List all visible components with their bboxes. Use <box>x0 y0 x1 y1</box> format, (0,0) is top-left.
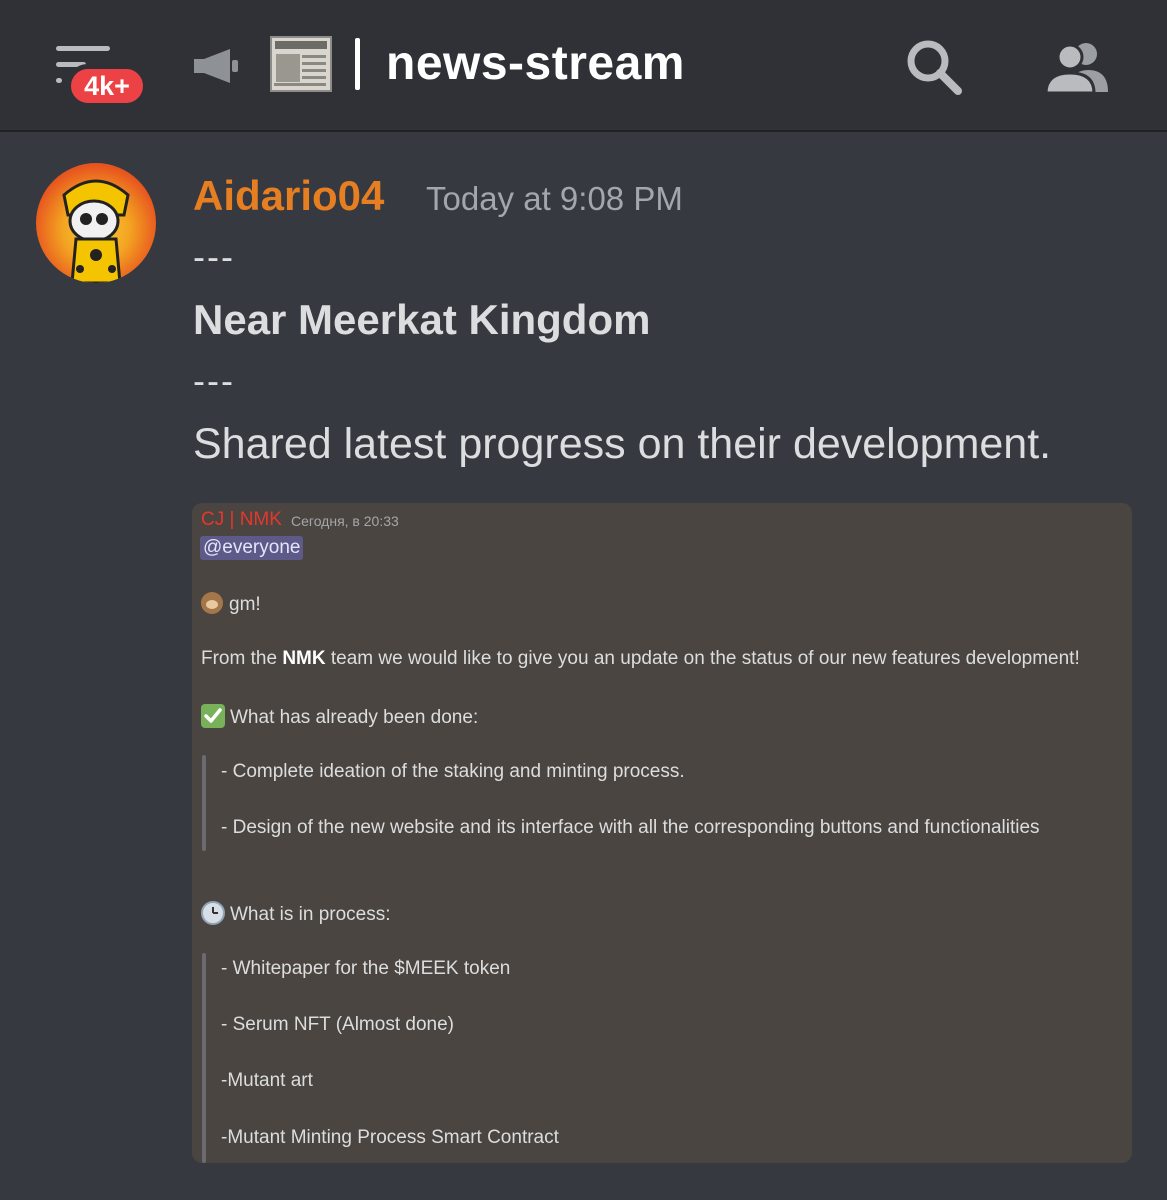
message-body: Shared latest progress on their developm… <box>193 420 1052 468</box>
message-timestamp: Today at 9:08 PM <box>426 180 683 217</box>
greeting-line: gm! <box>201 592 261 616</box>
separator-bottom: --- <box>193 360 235 401</box>
process-heading: What is in process: <box>201 901 391 926</box>
avatar[interactable] <box>36 163 156 283</box>
quote-bar-process <box>202 953 206 1163</box>
greeting-text: gm! <box>229 594 261 615</box>
intro-prefix: From the <box>201 648 283 669</box>
embed-timestamp: Сегодня, в 20:33 <box>291 513 399 529</box>
megaphone-icon <box>194 49 238 83</box>
message-headline: Near Meerkat Kingdom <box>193 296 651 343</box>
channel-separator <box>355 38 360 90</box>
done-item: - Complete ideation of the staking and m… <box>221 761 685 782</box>
attached-image[interactable]: CJ | NMK Сегодня, в 20:33 @everyone gm! … <box>192 503 1132 1163</box>
intro-suffix: team we would like to give you an update… <box>325 648 1080 669</box>
avatar-illustration <box>62 179 130 283</box>
newspaper-icon <box>270 36 332 92</box>
members-icon[interactable] <box>1044 40 1110 94</box>
done-item: - Design of the new website and its inte… <box>221 817 1040 838</box>
channel-header: 4k+ news-stream <box>0 0 1167 132</box>
search-icon[interactable] <box>905 38 963 96</box>
intro-bold: NMK <box>282 648 326 669</box>
process-item: -Mutant Minting Process Smart Contract <box>221 1127 559 1148</box>
everyone-mention: @everyone <box>200 536 304 560</box>
unread-badge: 4k+ <box>66 64 148 108</box>
process-item: -Mutant art <box>221 1070 313 1091</box>
separator-top: --- <box>193 236 235 277</box>
username[interactable]: Aidario04 <box>193 172 384 220</box>
embed-author: CJ | NMK <box>201 509 282 530</box>
clock-icon <box>201 901 225 925</box>
channel-name: news-stream <box>386 37 685 90</box>
process-title: What is in process: <box>230 904 391 925</box>
process-item: - Serum NFT (Almost done) <box>221 1014 454 1035</box>
intro-line: From the NMK team we would like to give … <box>201 648 1080 670</box>
process-item: - Whitepaper for the $MEEK token <box>221 958 511 979</box>
monkey-icon <box>201 592 223 614</box>
checkmark-icon <box>201 704 225 728</box>
quote-bar-done <box>202 755 206 851</box>
done-title: What has already been done: <box>230 707 479 728</box>
done-heading: What has already been done: <box>201 704 478 729</box>
